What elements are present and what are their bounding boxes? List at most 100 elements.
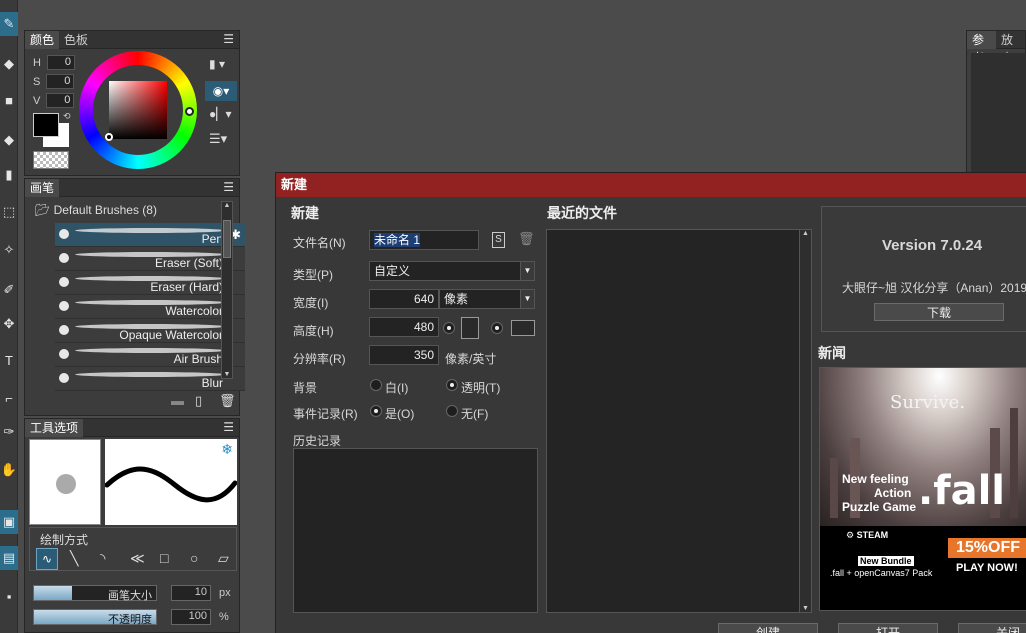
- clear-filename-icon[interactable]: 🗑︎: [518, 231, 535, 247]
- panel-menu-icon[interactable]: ☰: [223, 32, 234, 46]
- brush-item[interactable]: Opaque Watercolor: [55, 319, 245, 343]
- create-button[interactable]: 创建: [718, 623, 818, 633]
- freehand-mode-icon[interactable]: ∿: [36, 548, 58, 570]
- move-tool-icon[interactable]: ✥: [0, 312, 18, 336]
- lock-icon[interactable]: ▪: [0, 584, 18, 608]
- crop-tool-icon[interactable]: ⌐: [0, 386, 18, 410]
- swap-color-icon[interactable]: ⟲: [63, 111, 71, 122]
- color-list-icon[interactable]: ☰▾: [209, 131, 227, 147]
- event-no-radio[interactable]: [446, 405, 458, 417]
- brush-name: Opaque Watercolor: [119, 328, 223, 342]
- filename-input[interactable]: 未命名 1: [369, 230, 479, 250]
- magic-wand-icon[interactable]: ✧: [0, 238, 18, 262]
- color-wheel[interactable]: [79, 51, 197, 169]
- polyline-mode-icon[interactable]: ≪: [130, 550, 145, 567]
- brush-item[interactable]: Blur: [55, 367, 245, 391]
- color-mode-bar-icon[interactable]: ●▏▾: [209, 107, 232, 121]
- brush-dot-icon: [59, 253, 69, 263]
- tool-options-tabs: 工具选项 ☰: [25, 418, 239, 437]
- brush-item[interactable]: Eraser (Soft): [55, 247, 245, 271]
- brush-size-input[interactable]: 10: [171, 585, 211, 601]
- bg-white-radio[interactable]: [370, 379, 382, 391]
- value-input[interactable]: 0: [46, 93, 75, 108]
- landscape-radio[interactable]: [491, 322, 503, 334]
- brush-size-slider[interactable]: 画笔大小: [33, 585, 157, 602]
- sequence-name-icon[interactable]: S: [492, 232, 505, 248]
- saturation-value-square[interactable]: [109, 81, 167, 139]
- brush-item[interactable]: Air Brush: [55, 343, 245, 367]
- new-brush-icon[interactable]: ▯: [195, 393, 202, 409]
- transparent-color-swatch[interactable]: [33, 151, 69, 169]
- pen-tool-icon[interactable]: ✎: [0, 12, 18, 36]
- text-tool-icon[interactable]: T: [0, 348, 18, 372]
- color-mode-square-icon[interactable]: ▮ ▾: [209, 57, 225, 71]
- stroke-preview: ❄: [104, 439, 238, 525]
- eyedropper-icon[interactable]: ✐: [0, 278, 18, 302]
- fill-tool-icon[interactable]: ◆: [0, 128, 18, 152]
- height-input[interactable]: 480: [369, 317, 439, 337]
- event-no-label[interactable]: 无(F): [461, 405, 488, 422]
- filename-label: 文件名(N): [293, 236, 346, 250]
- history-list[interactable]: [293, 448, 538, 613]
- bg-white-label[interactable]: 白(I): [385, 379, 408, 396]
- width-input[interactable]: 640: [369, 289, 439, 309]
- line-mode-icon[interactable]: ╲: [70, 550, 78, 567]
- brush-scrollbar[interactable]: ▲ ▼: [221, 201, 233, 379]
- recent-files-list[interactable]: ▲ ▼: [546, 229, 812, 613]
- brush-item[interactable]: Pen ✱: [55, 223, 245, 247]
- portrait-radio[interactable]: [443, 322, 455, 334]
- ellipse-mode-icon[interactable]: ○: [190, 550, 198, 566]
- recent-scrollbar[interactable]: ▲ ▼: [799, 230, 811, 612]
- brush-tool-icon[interactable]: ◆: [0, 52, 18, 76]
- portrait-icon[interactable]: [461, 317, 479, 339]
- value-label: V: [33, 94, 41, 107]
- hand-tool-icon[interactable]: ✋: [0, 458, 18, 482]
- brush-name: Pen: [201, 232, 223, 246]
- preview-settings-icon[interactable]: ❄: [221, 441, 233, 458]
- bg-transparent-label[interactable]: 透明(T): [461, 379, 500, 396]
- rectangle-mode-icon[interactable]: □: [160, 550, 168, 566]
- layer-mode-icon[interactable]: ▣: [0, 510, 18, 534]
- download-button[interactable]: 下载: [874, 303, 1004, 321]
- bg-transparent-radio[interactable]: [446, 379, 458, 391]
- sv-cursor[interactable]: [105, 133, 113, 141]
- selection-tool-icon[interactable]: ⬚: [0, 200, 18, 224]
- open-button[interactable]: 打开: [838, 623, 938, 633]
- saturation-row: S0: [33, 74, 75, 89]
- event-yes-label[interactable]: 是(O): [385, 405, 414, 422]
- value-row: V0: [33, 93, 75, 108]
- unit-select[interactable]: 像素 ▼: [439, 289, 535, 309]
- resolution-label: 分辨率(R): [293, 352, 346, 366]
- canvas-mode-icon[interactable]: ▤: [0, 546, 18, 570]
- tab-reference[interactable]: 参考: [967, 30, 996, 65]
- curve-mode-icon[interactable]: ◝: [100, 550, 105, 567]
- square-tool-icon[interactable]: ■: [0, 88, 18, 112]
- type-select[interactable]: 自定义 ▼: [369, 261, 535, 281]
- opacity-slider[interactable]: 不透明度: [33, 609, 157, 626]
- resolution-input[interactable]: 350: [369, 345, 439, 365]
- brush-group-row[interactable]: 📂︎ Default Brushes (8): [35, 203, 157, 217]
- delete-brush-icon[interactable]: 🗑︎: [219, 393, 236, 409]
- close-button[interactable]: 关闭: [958, 623, 1026, 633]
- landscape-icon[interactable]: [511, 320, 535, 336]
- news-banner[interactable]: Survive. New feeling Action Puzzle Game …: [819, 367, 1026, 611]
- tab-swatches[interactable]: 色板: [59, 31, 93, 49]
- eyedropper2-icon[interactable]: ✑: [0, 420, 18, 444]
- color-mode-wheel-icon[interactable]: ◉▾: [205, 81, 237, 101]
- saturation-input[interactable]: 0: [46, 74, 75, 89]
- tab-color[interactable]: 颜色: [25, 30, 60, 49]
- tab-zoom[interactable]: 放大: [996, 31, 1025, 65]
- hue-input[interactable]: 0: [46, 55, 75, 70]
- gradient-tool-icon[interactable]: ▮: [0, 163, 18, 187]
- new-folder-icon[interactable]: ▬: [171, 393, 184, 408]
- polygon-mode-icon[interactable]: ▱: [218, 550, 229, 567]
- brush-item[interactable]: Watercolor: [55, 295, 245, 319]
- brush-dot-icon: [59, 325, 69, 335]
- opacity-input[interactable]: 100: [171, 609, 211, 625]
- event-yes-radio[interactable]: [370, 405, 382, 417]
- brush-item[interactable]: Eraser (Hard): [55, 271, 245, 295]
- brush-scroll-thumb[interactable]: [223, 220, 231, 258]
- tool-options-menu-icon[interactable]: ☰: [223, 420, 234, 434]
- hue-cursor[interactable]: [185, 107, 194, 116]
- brush-menu-icon[interactable]: ☰: [223, 180, 234, 194]
